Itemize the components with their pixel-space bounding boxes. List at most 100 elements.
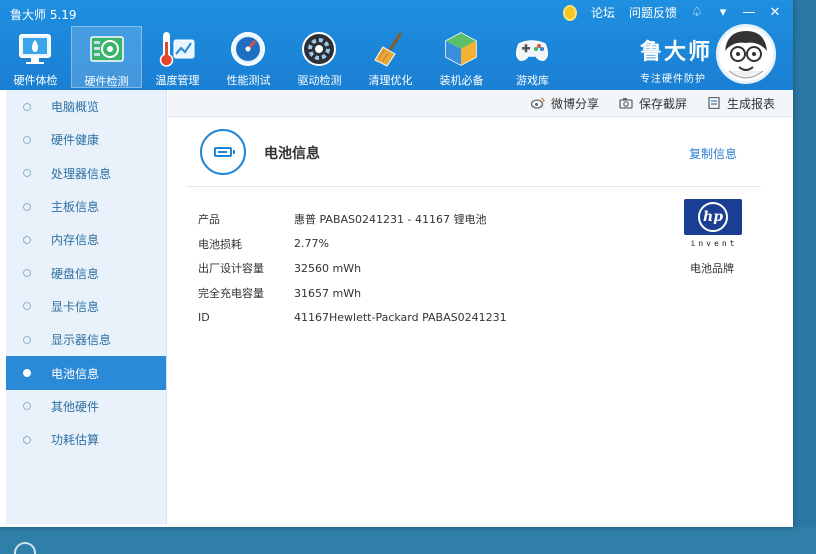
generate-report-button[interactable]: 生成报表	[707, 95, 775, 112]
tool-games[interactable]: 游戏库	[497, 26, 568, 88]
tool-hw-detect-label: 硬件检测	[84, 75, 129, 88]
top-links: 论坛 问题反馈 ♤ ▾ — ✕	[562, 4, 785, 21]
save-screenshot-label: 保存截屏	[638, 96, 687, 111]
info-row-id: ID 41167Hewlett-Packard PABAS0241231	[198, 305, 594, 330]
info-row-product: 产品 惠普 PABAS0241231 - 41167 锂电池	[198, 207, 594, 232]
battery-panel: 电池信息 复制信息 产品 惠普 PABAS0241231 - 41167 锂电池…	[168, 117, 793, 524]
info-row-full-capacity: 完全充电容量 31657 mWh	[198, 281, 594, 306]
bullet-icon	[23, 102, 31, 111]
hp-logo: hp invent	[684, 199, 744, 255]
mascot-face-icon	[725, 31, 767, 79]
sidebar-item-battery[interactable]: 电池信息	[6, 356, 166, 390]
tool-games-label: 游戏库	[516, 74, 549, 87]
tool-temp[interactable]: 温度管理	[142, 26, 213, 88]
action-bar: 微博分享 保存截屏 生成报表	[168, 90, 793, 117]
mascot-avatar[interactable]	[716, 24, 776, 84]
feedback-link[interactable]: 问题反馈	[625, 4, 681, 21]
sidebar-item-overview[interactable]: 电脑概览	[6, 90, 166, 123]
bullet-icon	[23, 202, 31, 211]
sidebar-item-label: 电脑概览	[51, 100, 100, 115]
monitor-icon	[19, 34, 51, 64]
desktop-background	[0, 527, 816, 554]
tool-hw-check-label: 硬件体检	[13, 74, 58, 87]
cube-icon	[445, 32, 477, 66]
tool-perf[interactable]: 性能测试	[213, 26, 284, 88]
sidebar-item-cpu[interactable]: 处理器信息	[6, 157, 166, 190]
sidebar-item-gpu[interactable]: 显卡信息	[6, 290, 166, 323]
info-value: 2.77%	[294, 237, 329, 251]
sidebar-item-label: 内存信息	[51, 233, 100, 248]
info-row-design-capacity: 出厂设计容量 32560 mWh	[198, 256, 594, 281]
tool-clean-label: 清理优化	[368, 74, 413, 87]
bullet-icon	[23, 369, 31, 378]
info-value: 32560 mWh	[294, 261, 362, 275]
info-value: 31657 mWh	[294, 286, 362, 300]
info-value: 41167Hewlett-Packard PABAS0241231	[294, 311, 507, 325]
bullet-icon	[23, 269, 31, 278]
skin-icon[interactable]: ♤	[687, 5, 707, 20]
bullet-icon	[23, 235, 31, 244]
brand-slogan: 专注硬件防护	[640, 74, 706, 85]
sidebar-item-label: 其他硬件	[51, 399, 100, 414]
section-title: 电池信息	[264, 146, 320, 162]
tool-install[interactable]: 装机必备	[426, 26, 497, 88]
sidebar-item-label: 硬盘信息	[51, 266, 100, 281]
sidebar-item-memory[interactable]: 内存信息	[6, 223, 166, 256]
hp-logo-subtext: invent	[690, 239, 738, 248]
tool-hw-check[interactable]: 硬件体检	[0, 26, 71, 88]
report-icon	[708, 97, 720, 109]
bullet-icon	[23, 335, 31, 344]
section-divider	[186, 186, 761, 187]
sidebar-item-label: 主板信息	[51, 200, 100, 215]
gamepad-icon	[516, 40, 548, 61]
weibo-share-button[interactable]: 微博分享	[530, 95, 599, 112]
minimize-button[interactable]: —	[739, 5, 759, 20]
sidebar: 电脑概览 硬件健康 处理器信息 主板信息 内存信息 硬盘信息 显卡信息 显示器信…	[6, 90, 167, 524]
weibo-icon	[530, 97, 545, 109]
info-row-wear: 电池损耗 2.77%	[198, 232, 594, 257]
main-toolbar: 硬件体检 硬件检测 温度管理 性能测试 驱动检测 清理优化 装机必备 游戏库	[0, 26, 568, 88]
generate-report-label: 生成报表	[726, 96, 775, 111]
sidebar-item-display[interactable]: 显示器信息	[6, 323, 166, 356]
save-screenshot-button[interactable]: 保存截屏	[619, 95, 687, 112]
sidebar-item-label: 处理器信息	[51, 166, 112, 181]
circuit-board-icon	[90, 36, 124, 62]
thermometer-icon	[159, 32, 195, 67]
camera-icon	[619, 98, 633, 109]
info-value: 惠普 PABAS0241231 - 41167 锂电池	[294, 213, 487, 227]
sidebar-item-motherboard[interactable]: 主板信息	[6, 190, 166, 223]
battery-icon	[200, 129, 246, 175]
tool-install-label: 装机必备	[439, 74, 484, 87]
tool-clean[interactable]: 清理优化	[355, 26, 426, 88]
sidebar-item-power[interactable]: 功耗估算	[6, 423, 166, 456]
sidebar-item-health[interactable]: 硬件健康	[6, 123, 166, 156]
forum-link[interactable]: 论坛	[587, 4, 619, 21]
brand-name: 鲁大师	[640, 40, 713, 65]
sidebar-item-disk[interactable]: 硬盘信息	[6, 256, 166, 289]
info-key: 完全充电容量	[198, 287, 264, 301]
bullet-icon	[23, 435, 31, 444]
tool-perf-label: 性能测试	[226, 74, 271, 87]
app-title: 鲁大师 5.19	[10, 8, 77, 22]
tool-driver-label: 驱动检测	[297, 74, 342, 87]
menu-icon[interactable]: ▾	[713, 5, 733, 20]
weibo-share-label: 微博分享	[550, 96, 599, 111]
medal-icon[interactable]	[562, 4, 577, 21]
sidebar-item-other[interactable]: 其他硬件	[6, 390, 166, 423]
broom-icon	[374, 32, 403, 67]
hp-logo-text: hp	[698, 202, 728, 232]
info-key: 出厂设计容量	[198, 262, 264, 276]
battery-brand-caption: 电池品牌	[690, 262, 734, 275]
close-button[interactable]: ✕	[765, 5, 785, 20]
info-key: 产品	[198, 213, 220, 227]
tool-driver[interactable]: 驱动检测	[284, 26, 355, 88]
sidebar-item-label: 功耗估算	[51, 433, 100, 448]
battery-info-table: 产品 惠普 PABAS0241231 - 41167 锂电池 电池损耗 2.77…	[198, 207, 594, 330]
sidebar-item-label: 电池信息	[51, 366, 100, 381]
info-key: ID	[198, 311, 210, 325]
copy-info-link[interactable]: 复制信息	[689, 145, 737, 162]
gear-icon	[302, 32, 336, 66]
tool-hw-detect[interactable]: 硬件检测	[71, 26, 142, 88]
bullet-icon	[23, 169, 31, 178]
title-bar: 鲁大师 5.19 论坛 问题反馈 ♤ ▾ — ✕ 硬件体检 硬件检测 温度管理 …	[0, 0, 793, 90]
